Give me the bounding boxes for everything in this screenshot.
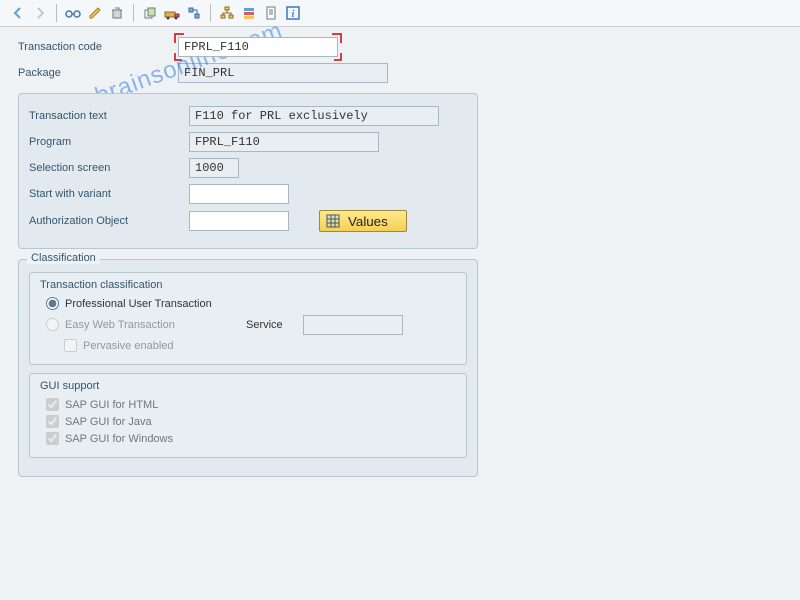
check-gui-java[interactable]: SAP GUI for Java [46, 415, 456, 428]
row-selection-screen: Selection screen [29, 158, 467, 178]
check-gui-windows-input[interactable] [46, 432, 59, 445]
doc-icon[interactable] [263, 5, 279, 21]
transaction-code-input[interactable] [178, 37, 338, 57]
row-start-variant: Start with variant [29, 184, 467, 204]
package-input[interactable] [178, 63, 388, 83]
stack-icon[interactable] [241, 5, 257, 21]
check-gui-html-input[interactable] [46, 398, 59, 411]
radio-easyweb-label: Easy Web Transaction [65, 319, 175, 331]
content-area: sapbrainsonline.com Transaction code Pac… [0, 27, 800, 487]
start-variant-input[interactable] [189, 184, 289, 204]
row-package: Package [18, 63, 782, 83]
details-group: Transaction text Program Selection scree… [18, 93, 478, 249]
edit-icon[interactable] [87, 5, 103, 21]
service-label: Service [246, 319, 283, 331]
svg-text:i: i [292, 9, 295, 20]
program-label: Program [29, 136, 189, 148]
check-gui-windows-label: SAP GUI for Windows [65, 433, 173, 445]
glasses-icon[interactable] [65, 5, 81, 21]
radio-easyweb[interactable]: Easy Web Transaction [46, 318, 246, 331]
gui-support-panel: GUI support SAP GUI for HTML SAP GUI for… [29, 373, 467, 458]
app-toolbar: i [0, 0, 800, 27]
values-button-label: Values [348, 214, 388, 229]
info-icon[interactable]: i [285, 5, 301, 21]
check-pervasive[interactable]: Pervasive enabled [64, 339, 456, 352]
auth-object-label: Authorization Object [29, 215, 189, 227]
check-gui-windows[interactable]: SAP GUI for Windows [46, 432, 456, 445]
selection-screen-label: Selection screen [29, 162, 189, 174]
transaction-classification-panel: Transaction classification Professional … [29, 272, 467, 365]
check-gui-java-input[interactable] [46, 415, 59, 428]
grid-icon [326, 214, 340, 228]
radio-professional-input[interactable] [46, 297, 59, 310]
classification-group: Classification Transaction classificatio… [18, 259, 478, 477]
transport-icon[interactable] [164, 5, 180, 21]
transaction-text-label: Transaction text [29, 110, 189, 122]
gui-title: GUI support [40, 380, 456, 392]
check-gui-html-label: SAP GUI for HTML [65, 399, 158, 411]
check-pervasive-label: Pervasive enabled [83, 340, 174, 352]
toolbar-separator [133, 4, 134, 22]
row-transaction-code: Transaction code [18, 37, 782, 57]
copy-icon[interactable] [142, 5, 158, 21]
transaction-text-input[interactable] [189, 106, 439, 126]
service-input[interactable] [303, 315, 403, 335]
variant-icon[interactable] [186, 5, 202, 21]
classification-title: Classification [27, 252, 100, 264]
hierarchy-icon[interactable] [219, 5, 235, 21]
check-pervasive-input[interactable] [64, 339, 77, 352]
row-auth-object: Authorization Object Values [29, 210, 467, 232]
start-variant-label: Start with variant [29, 188, 189, 200]
row-program: Program [29, 132, 467, 152]
forward-icon[interactable] [32, 5, 48, 21]
package-label: Package [18, 67, 178, 79]
values-button[interactable]: Values [319, 210, 407, 232]
radio-professional[interactable]: Professional User Transaction [46, 297, 456, 310]
row-transaction-text: Transaction text [29, 106, 467, 126]
transaction-code-label: Transaction code [18, 41, 178, 53]
toolbar-separator [210, 4, 211, 22]
back-icon[interactable] [10, 5, 26, 21]
program-input[interactable] [189, 132, 379, 152]
check-gui-html[interactable]: SAP GUI for HTML [46, 398, 456, 411]
toolbar-separator [56, 4, 57, 22]
radio-professional-label: Professional User Transaction [65, 298, 212, 310]
radio-easyweb-input[interactable] [46, 318, 59, 331]
check-gui-java-label: SAP GUI for Java [65, 416, 152, 428]
auth-object-input[interactable] [189, 211, 289, 231]
transaction-code-highlight [178, 37, 338, 57]
selection-screen-input[interactable] [189, 158, 239, 178]
tc-title: Transaction classification [40, 279, 456, 291]
delete-icon[interactable] [109, 5, 125, 21]
